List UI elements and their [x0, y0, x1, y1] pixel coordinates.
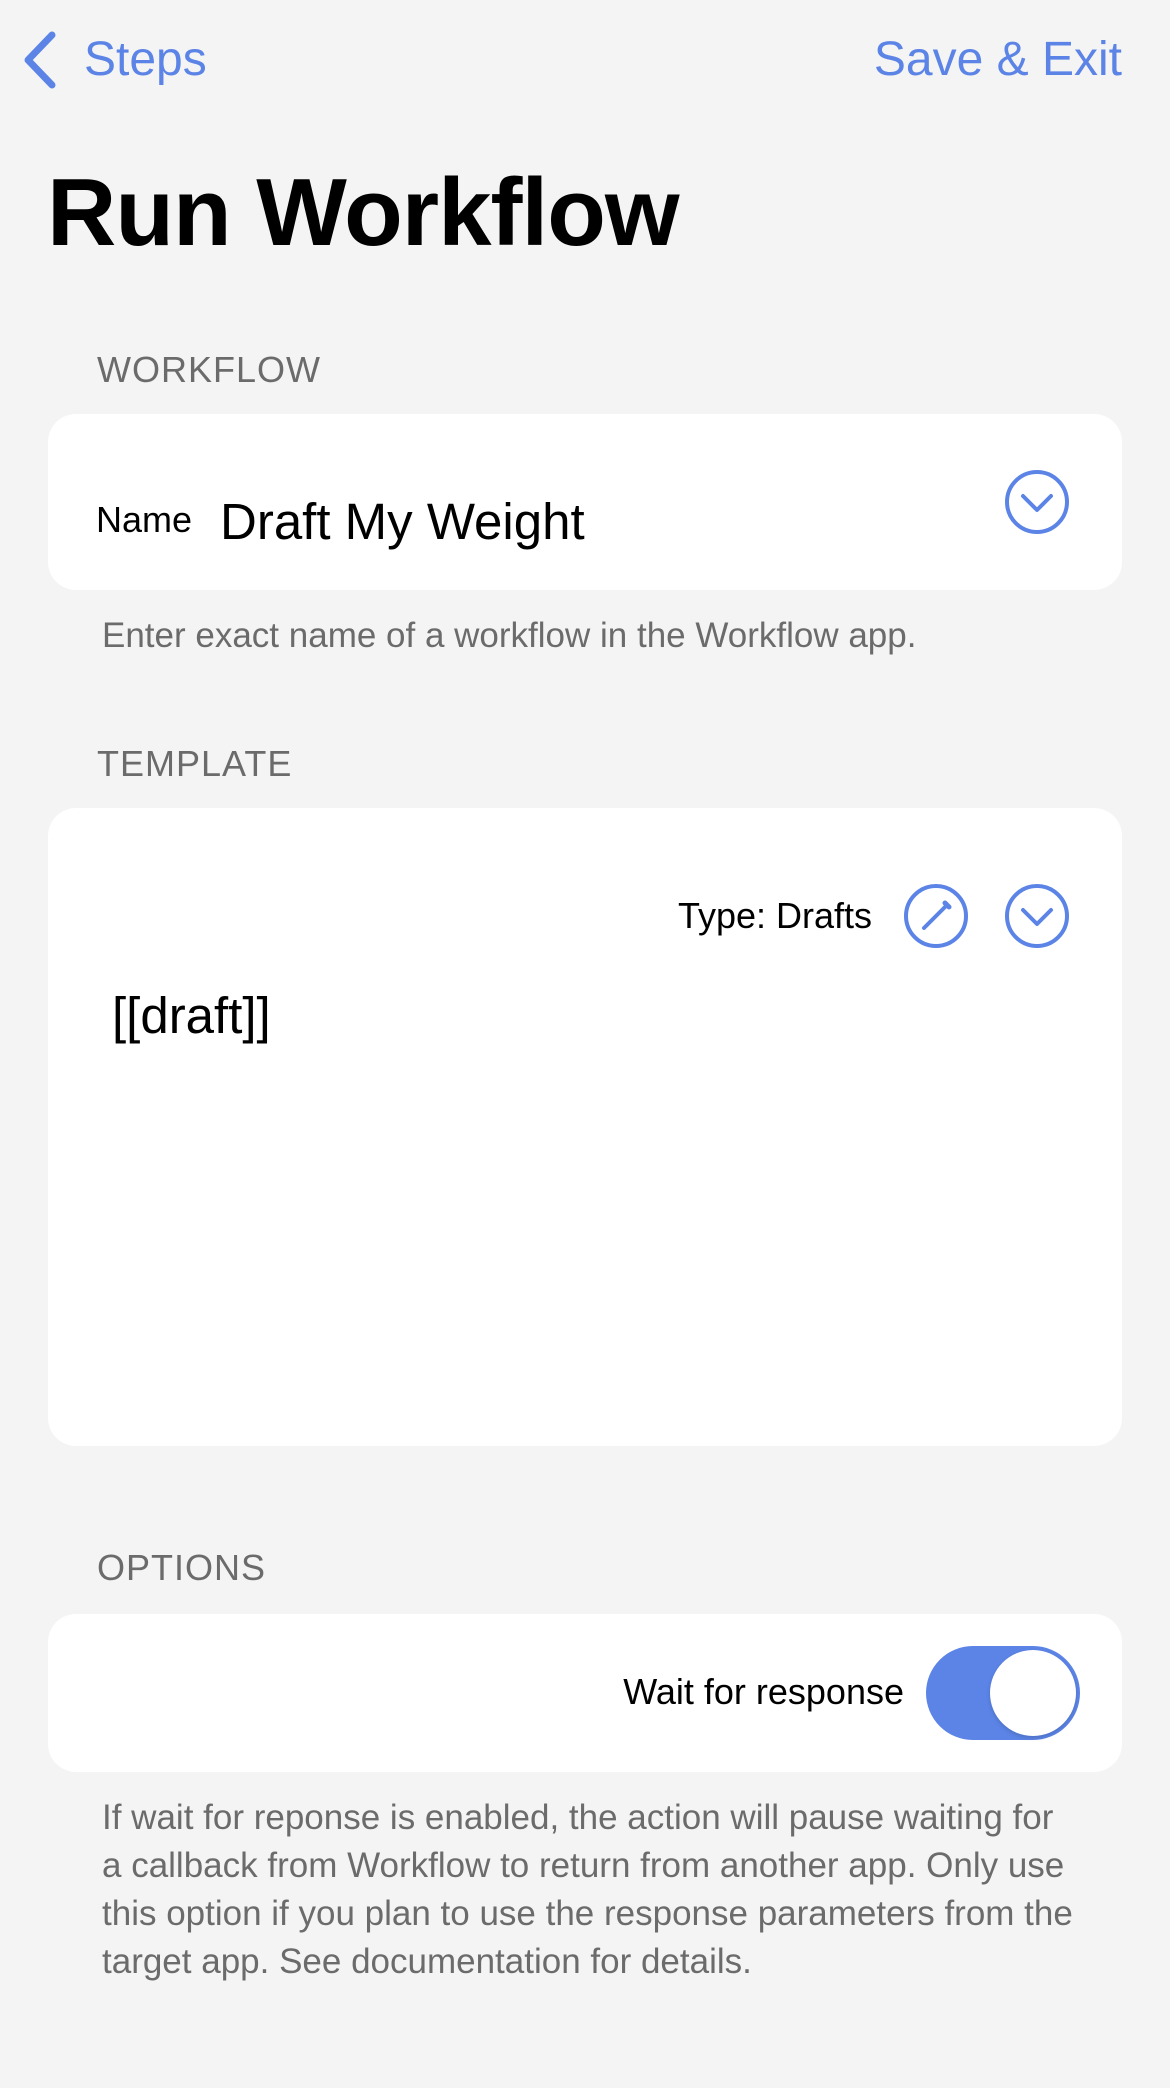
page-title: Run Workflow: [47, 159, 679, 266]
workflow-section-header: WORKFLOW: [97, 349, 321, 390]
back-button-label: Steps: [84, 33, 207, 86]
save-exit-button[interactable]: Save & Exit: [874, 28, 1122, 92]
wait-for-response-toggle[interactable]: [926, 1646, 1080, 1740]
options-section-header: OPTIONS: [97, 1547, 267, 1588]
template-section-header: TEMPLATE: [97, 743, 293, 784]
back-button[interactable]: Steps: [22, 28, 207, 92]
chevron-left-icon: [22, 31, 58, 89]
template-card: Type: Drafts [[draft]]: [48, 808, 1122, 1446]
chevron-down-circle-icon: [1004, 883, 1070, 949]
template-textarea[interactable]: [[draft]]: [112, 986, 1052, 1406]
template-type-label: Type: Drafts: [677, 895, 872, 936]
toggle-knob: [990, 1650, 1076, 1736]
wait-for-response-label: Wait for response: [623, 1671, 904, 1712]
chevron-down-circle-icon: [1004, 469, 1070, 535]
workflow-name-input[interactable]: [220, 492, 980, 552]
template-dropdown-button[interactable]: [1004, 883, 1070, 949]
options-footer-text: If wait for reponse is enabled, the acti…: [102, 1798, 1073, 1981]
name-label: Name: [96, 499, 193, 540]
workflow-footer-text: Enter exact name of a workflow in the Wo…: [102, 616, 917, 655]
workflow-card: Name: [48, 414, 1122, 590]
edit-template-button[interactable]: [903, 883, 969, 949]
workflow-dropdown-button[interactable]: [1004, 469, 1070, 535]
pencil-circle-icon: [903, 883, 969, 949]
options-card: Wait for response: [48, 1614, 1122, 1772]
